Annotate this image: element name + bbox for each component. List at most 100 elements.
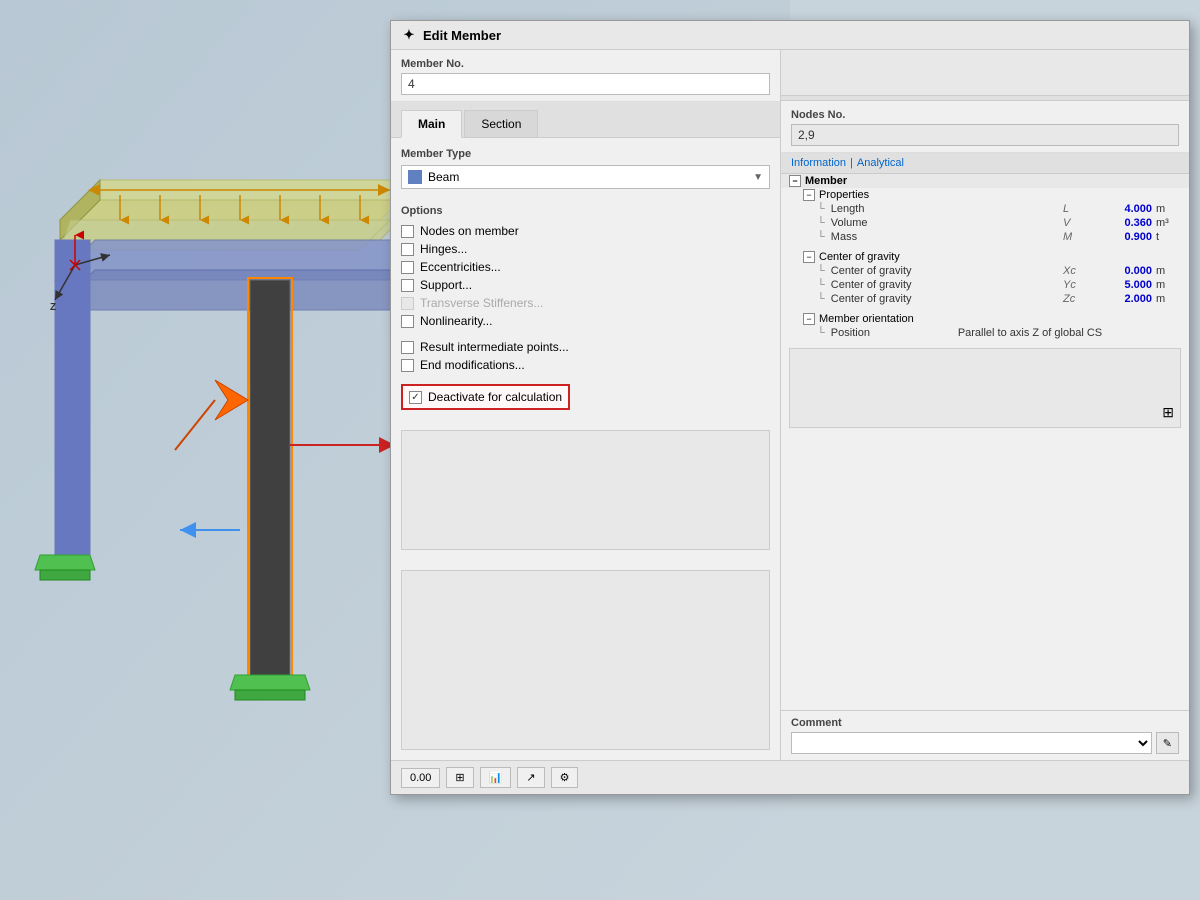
prop-xc-name: Center of gravity <box>831 265 1059 277</box>
grid-view-icon[interactable]: ⊞ <box>1162 404 1174 421</box>
tree-orientation-label: Member orientation <box>819 313 914 325</box>
prop-xc-symbol: Xc <box>1063 265 1093 277</box>
prop-zc-name: Center of gravity <box>831 293 1059 305</box>
prop-volume-symbol: V <box>1063 217 1093 229</box>
right-top-preview <box>781 50 1189 96</box>
deactivate-label: Deactivate for calculation <box>428 390 562 404</box>
option-eccentricities-label: Eccentricities... <box>420 260 501 274</box>
toolbar-arrow-btn[interactable]: ↗ <box>517 767 544 788</box>
member-type-value: Beam <box>428 170 459 184</box>
option-nodes-on-member[interactable]: Nodes on member <box>401 222 770 240</box>
member-type-color <box>408 170 422 184</box>
checkbox-result-intermediate[interactable] <box>401 341 414 354</box>
tree-expand-orientation[interactable]: − <box>803 313 815 325</box>
tree-line-mass: └ <box>817 231 825 243</box>
tab-main[interactable]: Main <box>401 110 462 138</box>
checkbox-transverse-stiffeners <box>401 297 414 310</box>
option-transverse-stiffeners: Transverse Stiffeners... <box>401 294 770 312</box>
left-panel: Member No. Main Section Member Type Beam… <box>391 50 781 760</box>
member-no-input[interactable] <box>401 73 770 95</box>
prop-zc-value: 2.000 <box>1097 293 1152 305</box>
tree-member-label: Member <box>805 175 847 187</box>
number-icon: 0.00 <box>410 772 431 784</box>
option-result-intermediate[interactable]: Result intermediate points... <box>401 338 770 356</box>
member-no-section: Member No. <box>391 50 780 102</box>
prop-volume-unit: m³ <box>1156 217 1181 229</box>
tree-member-row: − Member <box>781 174 1189 188</box>
info-label[interactable]: Information <box>791 157 846 169</box>
comment-label: Comment <box>791 717 1179 729</box>
info-tree-panel: − Member − Properties └ Length L 4.000 m <box>781 174 1189 710</box>
option-end-modifications[interactable]: End modifications... <box>401 356 770 374</box>
tree-line-position: └ <box>817 327 825 339</box>
tree-line-length: └ <box>817 203 825 215</box>
option-end-modifications-label: End modifications... <box>420 358 525 372</box>
option-nonlinearity[interactable]: Nonlinearity... <box>401 312 770 330</box>
tree-line-xc: └ <box>817 265 825 277</box>
prop-volume-value: 0.360 <box>1097 217 1152 229</box>
prop-length-symbol: L <box>1063 203 1093 215</box>
prop-position-name: Position <box>831 327 920 339</box>
option-eccentricities[interactable]: Eccentricities... <box>401 258 770 276</box>
toolbar-number-btn[interactable]: 0.00 <box>401 768 440 788</box>
option-support-label: Support... <box>420 278 472 292</box>
tree-line-volume: └ <box>817 217 825 229</box>
checkbox-hinges[interactable] <box>401 243 414 256</box>
dialog-titlebar: ✦ Edit Member <box>391 21 1189 50</box>
prop-xc-value: 0.000 <box>1097 265 1152 277</box>
tree-expand-properties[interactable]: − <box>803 189 815 201</box>
dialog-icon: ✦ <box>401 27 417 43</box>
tree-expand-cog[interactable]: − <box>803 251 815 263</box>
member-type-section: Member Type Beam ▼ <box>391 138 780 199</box>
member-no-label: Member No. <box>401 58 770 70</box>
prop-length-unit: m <box>1156 203 1181 215</box>
prop-yc-name: Center of gravity <box>831 279 1059 291</box>
prop-volume-name: Volume <box>831 217 1059 229</box>
tree-properties-row: − Properties <box>795 188 1189 202</box>
tree-cog-label: Center of gravity <box>819 251 900 263</box>
tree-yc-row: └ Center of gravity Yc 5.000 m <box>809 278 1189 292</box>
dialog-title: Edit Member <box>423 28 501 43</box>
svg-text:Z: Z <box>50 302 56 313</box>
comment-dropdown[interactable] <box>791 732 1152 754</box>
option-hinges[interactable]: Hinges... <box>401 240 770 258</box>
prop-yc-symbol: Yc <box>1063 279 1093 291</box>
prop-mass-unit: t <box>1156 231 1181 243</box>
left-preview-box2 <box>401 570 770 750</box>
tree-cog-row: − Center of gravity <box>795 250 1189 264</box>
tree-expand-member[interactable]: − <box>789 175 801 187</box>
tree-properties-label: Properties <box>819 189 869 201</box>
prop-position-value: Parallel to axis Z of global CS <box>958 327 1181 339</box>
prop-yc-value: 5.000 <box>1097 279 1152 291</box>
deactivate-row[interactable]: Deactivate for calculation <box>401 384 570 410</box>
prop-mass-symbol: M <box>1063 231 1093 243</box>
tabs-row: Main Section <box>391 102 780 138</box>
right-preview-area: ⊞ <box>789 348 1181 428</box>
checkbox-eccentricities[interactable] <box>401 261 414 274</box>
tab-section[interactable]: Section <box>464 110 538 137</box>
checkbox-nonlinearity[interactable] <box>401 315 414 328</box>
nodes-no-input[interactable] <box>791 124 1179 146</box>
checkbox-deactivate[interactable] <box>409 391 422 404</box>
analytical-label[interactable]: Analytical <box>857 157 904 169</box>
prop-length-name: Length <box>831 203 1059 215</box>
options-section: Options Nodes on member Hinges... Eccent… <box>391 199 780 420</box>
prop-zc-symbol: Zc <box>1063 293 1093 305</box>
checkbox-end-modifications[interactable] <box>401 359 414 372</box>
toolbar-table-btn[interactable]: ⊞ <box>446 767 473 788</box>
prop-xc-unit: m <box>1156 265 1181 277</box>
checkbox-support[interactable] <box>401 279 414 292</box>
comment-edit-button[interactable]: ✎ <box>1156 732 1179 754</box>
member-type-label: Member Type <box>401 148 770 160</box>
option-transverse-stiffeners-label: Transverse Stiffeners... <box>420 296 543 310</box>
checkbox-nodes-on-member[interactable] <box>401 225 414 238</box>
toolbar-settings-btn[interactable]: ⚙ <box>551 767 579 788</box>
option-support[interactable]: Support... <box>401 276 770 294</box>
toolbar-graph-btn[interactable]: 📊 <box>480 767 512 788</box>
option-hinges-label: Hinges... <box>420 242 467 256</box>
member-type-dropdown[interactable]: Beam ▼ <box>401 165 770 189</box>
option-result-intermediate-label: Result intermediate points... <box>420 340 569 354</box>
bottom-toolbar: 0.00 ⊞ 📊 ↗ ⚙ <box>391 760 1189 794</box>
table-icon: ⊞ <box>455 771 464 784</box>
tree-position-row: └ Position Parallel to axis Z of global … <box>809 326 1189 340</box>
